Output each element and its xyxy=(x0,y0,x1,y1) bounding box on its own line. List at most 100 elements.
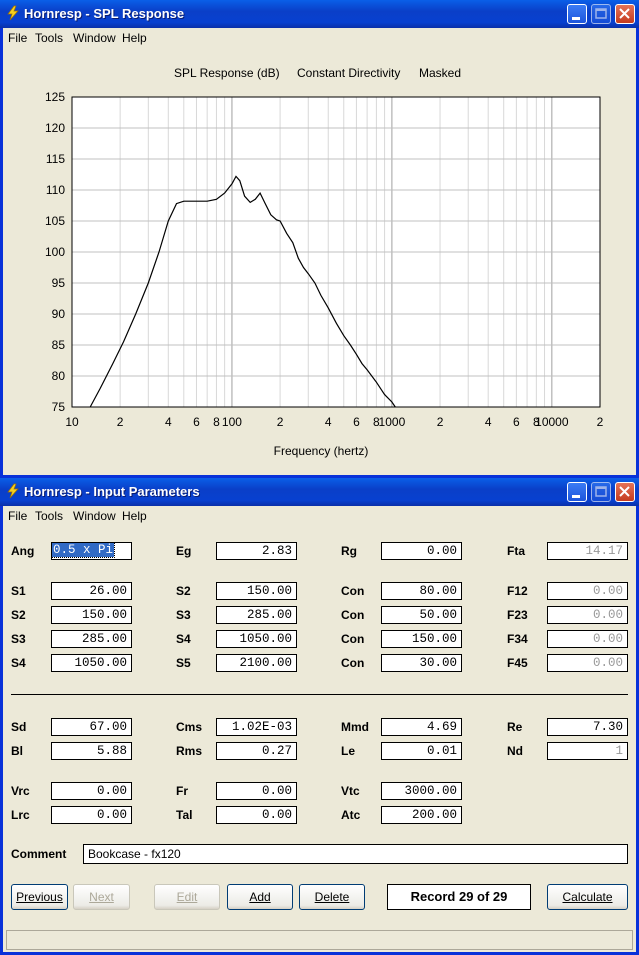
y-tick-label: 95 xyxy=(52,276,66,290)
record-indicator: Record 29 of 29 xyxy=(387,884,531,910)
x-tick-label: 6 xyxy=(353,415,360,429)
param-field-f45[interactable]: 0.00 xyxy=(547,654,628,672)
param-label-vrc: Vrc xyxy=(11,784,30,798)
param-field-f12[interactable]: 0.00 xyxy=(547,582,628,600)
previous-button[interactable]: Previous xyxy=(11,884,68,910)
param-value-selected: 0.5 x Pi xyxy=(52,543,116,558)
param-field-fr[interactable]: 0.00 xyxy=(216,782,297,800)
spl-chart-area: SPL Response (dB) Constant Directivity M… xyxy=(3,48,636,475)
y-tick-label: 80 xyxy=(52,369,66,383)
param-field-f34[interactable]: 0.00 xyxy=(547,630,628,648)
param-field-rms[interactable]: 0.27 xyxy=(216,742,297,760)
param-label-con: Con xyxy=(341,656,365,670)
param-label-s3: S3 xyxy=(176,608,191,622)
param-label-atc: Atc xyxy=(341,808,361,822)
calculate-button[interactable]: Calculate xyxy=(547,884,628,910)
close-icon xyxy=(619,8,630,19)
x-tick-label: 2 xyxy=(277,415,284,429)
param-field-rg[interactable]: 0.00 xyxy=(381,542,462,560)
param-field-con[interactable]: 30.00 xyxy=(381,654,462,672)
x-tick-label: 2 xyxy=(597,415,604,429)
y-tick-label: 85 xyxy=(52,338,66,352)
param-field-ang[interactable]: 0.5 x Pi xyxy=(51,542,132,560)
menu-help[interactable]: Help xyxy=(122,31,147,45)
param-field-s2[interactable]: 150.00 xyxy=(216,582,297,600)
param-field-f23[interactable]: 0.00 xyxy=(547,606,628,624)
param-field-s4[interactable]: 1050.00 xyxy=(51,654,132,672)
param-label-rg: Rg xyxy=(341,544,357,558)
y-tick-label: 100 xyxy=(45,245,65,259)
param-field-mmd[interactable]: 4.69 xyxy=(381,718,462,736)
param-label-vtc: Vtc xyxy=(341,784,360,798)
spl-menubar: File Tools Window Help xyxy=(3,28,636,48)
param-field-con[interactable]: 50.00 xyxy=(381,606,462,624)
spl-titlebar[interactable]: Hornresp - SPL Response xyxy=(0,0,639,28)
edit-button[interactable]: Edit xyxy=(154,884,220,910)
param-label-mmd: Mmd xyxy=(341,720,369,734)
param-field-s4[interactable]: 1050.00 xyxy=(216,630,297,648)
x-tick-label: 100 xyxy=(222,415,242,429)
param-field-vrc[interactable]: 0.00 xyxy=(51,782,132,800)
param-label-cms: Cms xyxy=(176,720,203,734)
param-field-fta[interactable]: 14.17 xyxy=(547,542,628,560)
param-field-s2[interactable]: 150.00 xyxy=(51,606,132,624)
param-field-cms[interactable]: 1.02E-03 xyxy=(216,718,297,736)
param-field-con[interactable]: 150.00 xyxy=(381,630,462,648)
delete-button[interactable]: Delete xyxy=(299,884,365,910)
menu-file[interactable]: File xyxy=(8,31,27,45)
param-field-tal[interactable]: 0.00 xyxy=(216,806,297,824)
param-field-s3[interactable]: 285.00 xyxy=(51,630,132,648)
close-button[interactable] xyxy=(615,4,635,24)
param-field-s5[interactable]: 2100.00 xyxy=(216,654,297,672)
spl-response-window: Hornresp - SPL Response File Tools Windo… xyxy=(0,0,639,478)
input-parameters-window: Hornresp - Input Parameters File Tools W… xyxy=(0,478,639,955)
next-button[interactable]: Next xyxy=(73,884,130,910)
maximize-icon xyxy=(595,8,607,19)
param-label-f45: F45 xyxy=(507,656,528,670)
param-label-con: Con xyxy=(341,632,365,646)
y-tick-label: 110 xyxy=(46,183,65,197)
param-field-eg[interactable]: 2.83 xyxy=(216,542,297,560)
param-label-bl: Bl xyxy=(11,744,23,758)
param-label-le: Le xyxy=(341,744,356,758)
param-label-eg: Eg xyxy=(176,544,192,558)
y-tick-label: 125 xyxy=(45,90,65,104)
x-tick-label: 10000 xyxy=(535,415,569,429)
param-field-nd[interactable]: 1 xyxy=(547,742,628,760)
param-label-s2: S2 xyxy=(11,608,26,622)
param-label-fr: Fr xyxy=(176,784,188,798)
param-label-f12: F12 xyxy=(507,584,528,598)
param-label-f23: F23 xyxy=(507,608,528,622)
menu-tools[interactable]: Tools xyxy=(35,31,63,45)
param-label-lrc: Lrc xyxy=(11,808,30,822)
param-field-lrc[interactable]: 0.00 xyxy=(51,806,132,824)
param-label-s4: S4 xyxy=(176,632,191,646)
param-label-s4: S4 xyxy=(11,656,26,670)
menu-window[interactable]: Window xyxy=(73,31,116,45)
minimize-button[interactable] xyxy=(567,4,587,24)
param-label-ang: Ang xyxy=(11,544,35,558)
param-field-vtc[interactable]: 3000.00 xyxy=(381,782,462,800)
param-field-re[interactable]: 7.30 xyxy=(547,718,628,736)
param-field-atc[interactable]: 200.00 xyxy=(381,806,462,824)
param-field-bl[interactable]: 5.88 xyxy=(51,742,132,760)
param-label-rms: Rms xyxy=(176,744,203,758)
param-field-s1[interactable]: 26.00 xyxy=(51,582,132,600)
param-field-le[interactable]: 0.01 xyxy=(381,742,462,760)
status-bar xyxy=(6,930,633,950)
param-label-f34: F34 xyxy=(507,632,528,646)
x-tick-label: 1000 xyxy=(379,415,406,429)
x-axis-label: Frequency (hertz) xyxy=(274,444,369,458)
param-label-re: Re xyxy=(507,720,523,734)
y-tick-label: 90 xyxy=(52,307,66,321)
param-label-fta: Fta xyxy=(507,544,525,558)
comment-field[interactable]: Bookcase - fx120 xyxy=(83,844,628,864)
maximize-button[interactable] xyxy=(591,4,611,24)
param-label-tal: Tal xyxy=(176,808,193,822)
param-field-con[interactable]: 80.00 xyxy=(381,582,462,600)
comment-label: Comment xyxy=(11,847,67,861)
param-field-s3[interactable]: 285.00 xyxy=(216,606,297,624)
param-label-sd: Sd xyxy=(11,720,27,734)
param-field-sd[interactable]: 67.00 xyxy=(51,718,132,736)
add-button[interactable]: Add xyxy=(227,884,293,910)
